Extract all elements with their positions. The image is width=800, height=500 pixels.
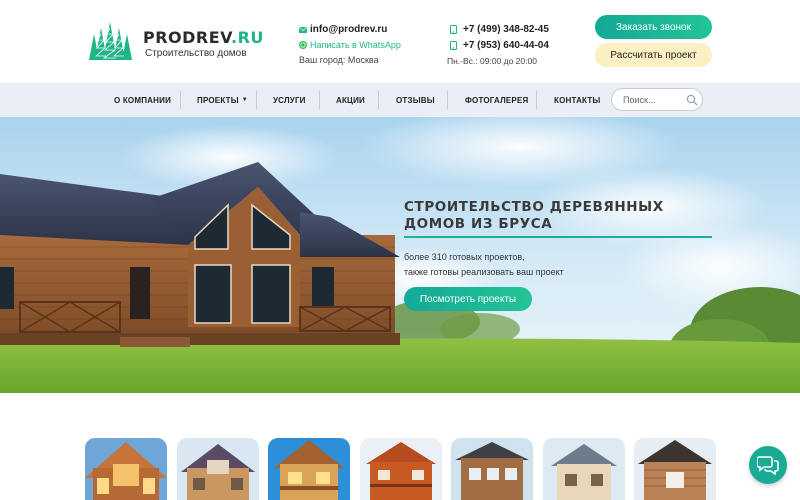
envelope-icon [299,26,307,33]
site-header: PRODREV.RU Строительство домов info@prod… [0,0,800,83]
caret-down-icon: ▼ [241,97,248,103]
nav-item-promotions[interactable]: АКЦИИ [336,83,365,117]
hero-banner: СТРОИТЕЛЬСТВО ДЕРЕВЯННЫХ ДОМОВ ИЗ БРУСА … [0,117,800,393]
project-thumbnail[interactable] [85,438,167,500]
logo-trees-icon [89,22,132,60]
view-projects-button[interactable]: Посмотреть проекты [404,287,532,311]
project-thumbnail[interactable] [543,438,625,500]
house-photo [360,438,442,500]
nav-label: КОНТАКТЫ [554,95,601,105]
house-photo [634,438,716,500]
nav-divider [447,91,448,109]
house-photo [543,438,625,500]
hero-divider [404,236,712,238]
contacts-block: info@prodrev.ru Написать в WhatsApp Ваш … [299,22,401,67]
project-thumbnail[interactable] [634,438,716,500]
search-input[interactable] [623,93,681,107]
logo-name: PRODREV.RU [143,28,264,47]
hero-title-line: СТРОИТЕЛЬСТВО ДЕРЕВЯННЫХ [404,199,664,215]
calculate-project-button[interactable]: Рассчитать проект [595,43,712,67]
hero-description: более 310 готовых проектов, также готовы… [404,250,564,280]
nav-divider [180,91,181,109]
nav-label: ФОТОГАЛЕРЕЯ [465,95,529,105]
project-thumbnail[interactable] [360,438,442,500]
email-text: info@prodrev.ru [310,24,388,35]
nav-divider [256,91,257,109]
hero-title-line: ДОМОВ ИЗ БРУСА [404,216,553,232]
hero-title: СТРОИТЕЛЬСТВО ДЕРЕВЯННЫХ ДОМОВ ИЗ БРУСА [404,199,664,233]
phones-block: +7 (499) 348-82-45 +7 (953) 640-44-04 Пн… [447,21,549,67]
nav-divider [319,91,320,109]
chat-button[interactable] [749,446,787,484]
nav-label: О КОМПАНИИ [114,95,172,105]
phone-link-1[interactable]: +7 (499) 348-82-45 [450,21,549,37]
phone-number-1: +7 (499) 348-82-45 [463,23,549,35]
hero-house-image [0,117,800,393]
house-photo [177,438,259,500]
whatsapp-link[interactable]: Написать в WhatsApp [299,37,401,52]
phone-number-2: +7 (953) 640-44-04 [463,39,549,51]
nav-divider [536,91,537,109]
order-call-button[interactable]: Заказать звонок [595,15,712,39]
nav-label: ОТЗЫВЫ [396,95,435,105]
whatsapp-icon [299,40,307,49]
search-icon[interactable] [686,94,698,106]
hero-text-line: также готовы реализовать ваш проект [404,267,564,277]
nav-item-gallery[interactable]: ФОТОГАЛЕРЕЯ [465,83,528,117]
project-thumbnails [0,393,800,500]
chat-bubbles-icon [757,456,779,475]
phone-icon [450,40,457,50]
nav-item-reviews[interactable]: ОТЗЫВЫ [396,83,435,117]
house-photo [451,438,533,500]
house-photo [268,438,350,500]
project-thumbnail[interactable] [451,438,533,500]
nav-divider [378,91,379,109]
hero-text-line: более 310 готовых проектов, [404,252,525,262]
city-text: Ваш город: Москва [299,54,379,65]
phone-icon [450,24,457,34]
logo[interactable]: PRODREV.RU Строительство домов [88,20,268,64]
nav-item-about[interactable]: О КОМПАНИИ [114,83,171,117]
email-link[interactable]: info@prodrev.ru [299,22,401,37]
project-thumbnail[interactable] [268,438,350,500]
city-selector[interactable]: Ваш город: Москва [299,52,401,67]
house-photo [85,438,167,500]
nav-label: УСЛУГИ [273,95,306,105]
nav-item-projects[interactable]: ПРОЕКТЫ ▼ [197,83,248,117]
project-thumbnail[interactable] [177,438,259,500]
work-hours: Пн.-Вс.: 09:00 до 20:00 [447,56,537,66]
search-box [611,88,703,111]
logo-subtitle: Строительство домов [145,48,247,59]
whatsapp-text: Написать в WhatsApp [310,39,401,50]
nav-item-services[interactable]: УСЛУГИ [273,83,306,117]
nav-item-contacts[interactable]: КОНТАКТЫ [554,83,600,117]
nav-label: АКЦИИ [336,95,366,105]
phone-link-2[interactable]: +7 (953) 640-44-04 [450,37,549,53]
nav-label: ПРОЕКТЫ [197,95,239,105]
